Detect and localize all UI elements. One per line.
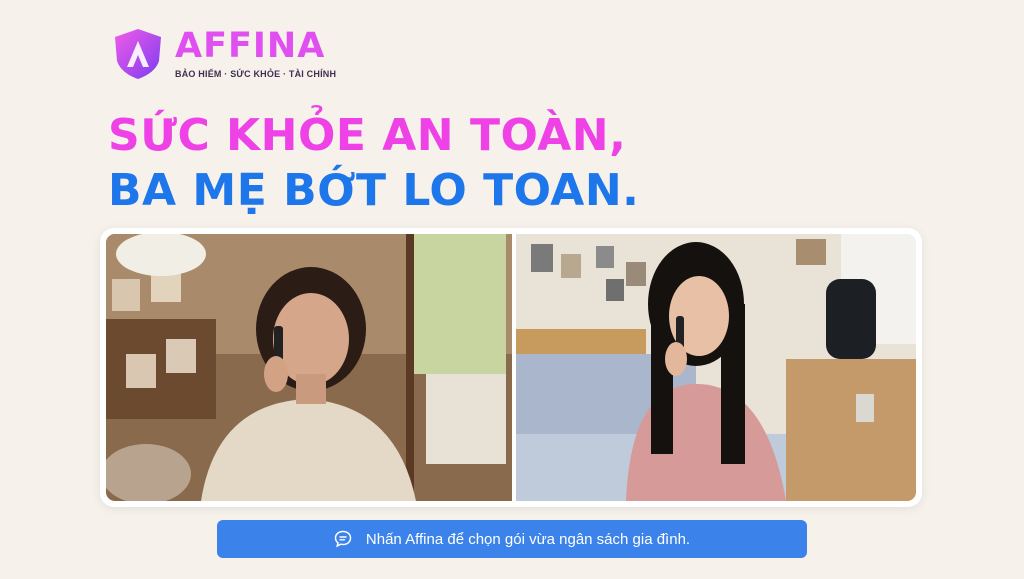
brand-logo[interactable]: AFFINA BẢO HIỂM · SỨC KHỎE · TÀI CHÍNH bbox=[111, 27, 336, 81]
chat-bubble-icon bbox=[334, 530, 352, 548]
shield-logo-icon bbox=[115, 29, 161, 79]
headline-line-2: BA MẸ BỚT LO TOAN. bbox=[108, 165, 640, 216]
headline-line-1: SỨC KHỎE AN TOÀN, bbox=[108, 110, 627, 161]
headline: SỨC KHỎE AN TOÀN, BA MẸ BỚT LO TOAN. bbox=[108, 108, 639, 218]
brand-tagline: BẢO HIỂM · SỨC KHỎE · TÀI CHÍNH bbox=[175, 69, 337, 79]
brand-name: AFFINA bbox=[175, 26, 326, 66]
photo-frame bbox=[100, 228, 922, 507]
daughter-on-phone-image bbox=[516, 234, 916, 501]
cta-label: Nhấn Affina để chọn gói vừa ngân sách gi… bbox=[365, 530, 691, 548]
cta-button[interactable]: Nhấn Affina để chọn gói vừa ngân sách gi… bbox=[217, 520, 807, 558]
mother-on-phone-image bbox=[106, 234, 512, 501]
